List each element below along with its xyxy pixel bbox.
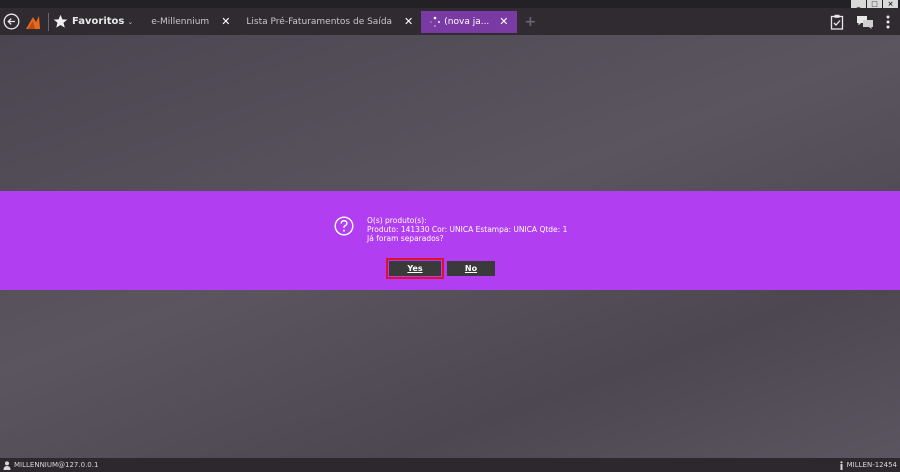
- tab-title: Lista Pré-Faturamentos de Saída: [246, 16, 393, 27]
- more-options-icon[interactable]: [886, 15, 890, 29]
- info-icon: [840, 460, 843, 470]
- clipboard-icon[interactable]: [830, 14, 844, 30]
- close-tab-icon[interactable]: ✕: [404, 15, 413, 28]
- message-line-2: Produto: 141330 Cor: UNICA Estampa: UNIC…: [367, 225, 568, 234]
- no-button[interactable]: No: [447, 261, 495, 276]
- tab-title: e-Millennium: [151, 16, 210, 27]
- toolbar-divider: [48, 12, 49, 31]
- message-line-3: Já foram separados?: [367, 234, 444, 243]
- millennium-logo: [22, 8, 44, 35]
- question-icon: [334, 216, 354, 236]
- chevron-down-icon: ⌄: [127, 17, 134, 26]
- close-tab-icon[interactable]: ✕: [221, 15, 230, 28]
- window-controls: _ □ ×: [851, 0, 898, 8]
- tab-lista-pre-faturamentos[interactable]: Lista Pré-Faturamentos de Saída ✕: [238, 8, 421, 35]
- tab-e-millennium[interactable]: e-Millennium ✕: [143, 8, 238, 35]
- yes-button[interactable]: Yes: [386, 258, 444, 279]
- minimize-button[interactable]: _: [851, 0, 866, 8]
- right-toolbar: [830, 8, 890, 35]
- close-window-button[interactable]: ×: [883, 0, 898, 8]
- tab-bar: Favoritos ⌄ e-Millennium ✕ Lista Pré-Fat…: [0, 8, 900, 35]
- add-tab-button[interactable]: +: [525, 14, 537, 30]
- yes-label: Yes: [407, 264, 423, 273]
- tab-nova-janela[interactable]: (nova ja... ✕: [421, 10, 517, 33]
- server-status: MILLEN-12454: [836, 460, 900, 470]
- chat-icon[interactable]: [856, 15, 874, 29]
- back-button[interactable]: [0, 8, 22, 35]
- connection-label: MILLENNIUM@127.0.0.1: [14, 461, 99, 469]
- title-strip: _ □ ×: [0, 0, 900, 8]
- loading-dots-icon: [430, 16, 441, 27]
- tab-title: (nova ja...: [444, 16, 490, 27]
- server-label: MILLEN-12454: [846, 461, 897, 469]
- status-bar: MILLENNIUM@127.0.0.1 MILLEN-12454: [0, 458, 900, 472]
- user-icon: [3, 460, 11, 470]
- millennium-logo-icon: [26, 15, 40, 29]
- connection-status: MILLENNIUM@127.0.0.1: [0, 460, 101, 470]
- favorites-menu[interactable]: Favoritos ⌄: [53, 14, 133, 29]
- no-label: No: [464, 264, 478, 273]
- close-tab-icon[interactable]: ✕: [499, 15, 508, 28]
- maximize-button[interactable]: □: [867, 0, 882, 8]
- message-line-1: O(s) produto(s):: [367, 216, 427, 225]
- favorites-label: Favoritos: [72, 16, 125, 27]
- star-icon: [53, 14, 68, 28]
- dialog-message: O(s) produto(s): Produto: 141330 Cor: UN…: [367, 216, 567, 243]
- back-arrow-icon: [3, 13, 19, 30]
